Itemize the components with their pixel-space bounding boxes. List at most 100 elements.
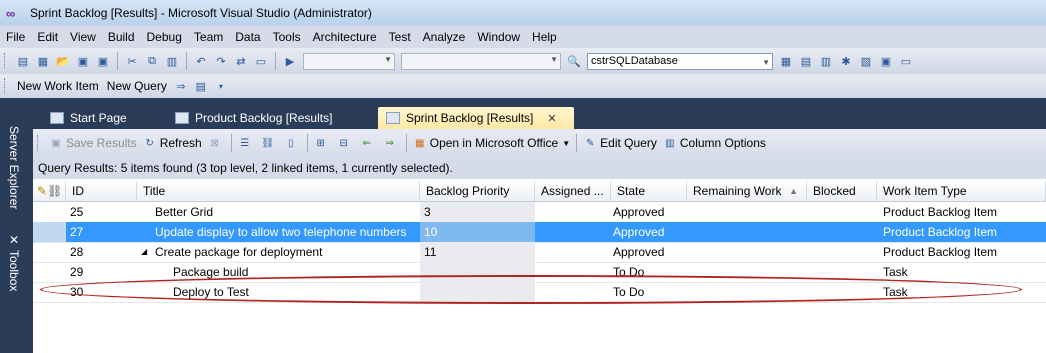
save-all-icon[interactable]: ▣ [95, 53, 111, 69]
column-header-work-item-type[interactable]: Work Item Type [877, 181, 1046, 201]
undo-icon[interactable]: ↶ [193, 53, 209, 69]
solution-configuration-combo[interactable]: ▼ [303, 52, 395, 70]
go-to-work-item-icon[interactable]: ⇒ [173, 78, 189, 94]
cell-id: 29 [70, 265, 84, 279]
cell-blocked [807, 202, 877, 222]
column-header-blocked[interactable]: Blocked [807, 181, 877, 201]
menu-architecture[interactable]: Architecture [307, 30, 383, 44]
toolbox-tab[interactable]: Toolbox [7, 250, 21, 291]
menu-analyze[interactable]: Analyze [417, 30, 472, 44]
cell-remaining-work [687, 222, 807, 242]
table-row-selected[interactable]: 27 Update display to allow two telephone… [33, 222, 1046, 243]
arrow-left-icon: ⇐ [362, 137, 371, 149]
collapse-all-button[interactable]: ⊟ [337, 136, 354, 150]
edit-query-icon: ✎ [585, 137, 595, 149]
server-explorer-tab[interactable]: Server Explorer [7, 126, 21, 209]
new-query-button[interactable]: New Query [107, 79, 167, 93]
cell-state: Approved [613, 245, 665, 259]
row-selector[interactable] [33, 262, 66, 282]
window-title: Sprint Backlog [Results] - Microsoft Vis… [30, 6, 372, 20]
new-linked-item-button[interactable]: ☰ [238, 136, 255, 150]
tab-sprint-backlog[interactable]: Sprint Backlog [Results] ✕ [378, 107, 574, 129]
column-header-backlog-priority[interactable]: Backlog Priority [420, 181, 535, 201]
extension-manager-icon[interactable]: ▧ [858, 53, 874, 69]
toolbar-grip[interactable] [4, 53, 9, 69]
object-browser-icon[interactable]: ▥ [818, 53, 834, 69]
cut-icon[interactable]: ✂ [124, 53, 140, 69]
properties-icon[interactable]: ▤ [798, 53, 814, 69]
column-header-id[interactable]: ID [66, 181, 137, 201]
open-file-icon[interactable]: 📂 [55, 53, 71, 69]
column-header-state[interactable]: State [611, 181, 687, 201]
table-row[interactable]: 28 ◢ Create package for deployment 11 Ap… [33, 242, 1046, 263]
database-combo[interactable]: cstrSQLDatabase ▼ [587, 52, 773, 70]
database-combo-value: cstrSQLDatabase [591, 54, 678, 67]
new-project-icon[interactable]: ▤ [15, 53, 31, 69]
cell-work-item-type: Product Backlog Item [883, 225, 998, 239]
new-work-item-button[interactable]: New Work Item [17, 79, 99, 93]
cell-work-item-type: Task [883, 265, 908, 279]
solution-explorer-icon[interactable]: ▦ [778, 53, 794, 69]
start-page-icon[interactable]: ▣ [878, 53, 894, 69]
cell-state: Approved [613, 225, 665, 239]
edit-query-button[interactable]: ✎ Edit Query [583, 136, 657, 150]
menu-data[interactable]: Data [229, 30, 266, 44]
cell-assigned [535, 202, 611, 222]
navigate-icon[interactable]: ⇄ [233, 53, 249, 69]
team-explorer-icon[interactable]: ▤ [193, 78, 209, 94]
stop-button[interactable]: ⊠ [208, 136, 225, 150]
tab-product-backlog[interactable]: Product Backlog [Results] [167, 107, 357, 129]
menu-window[interactable]: Window [471, 30, 526, 44]
indent-button[interactable]: ⇒ [383, 136, 400, 150]
menu-build[interactable]: Build [102, 30, 141, 44]
copy-icon[interactable]: ⧉ [144, 53, 160, 69]
menu-test[interactable]: Test [383, 30, 417, 44]
tab-start-page[interactable]: Start Page [42, 107, 152, 129]
row-selector[interactable] [33, 202, 66, 222]
cell-id: 28 [70, 245, 84, 259]
save-icon: ▣ [51, 137, 61, 149]
collapse-triangle-icon[interactable]: ◢ [139, 242, 151, 262]
command-window-icon[interactable]: ▭ [898, 53, 914, 69]
menu-team[interactable]: Team [188, 30, 229, 44]
table-row[interactable]: 25 Better Grid 3 Approved Product Backlo… [33, 202, 1046, 223]
open-item-button[interactable]: ▯ [284, 136, 301, 150]
paste-icon[interactable]: ▥ [164, 53, 180, 69]
toolbar-options-icon[interactable]: ▾ [213, 78, 229, 94]
navigate-forward-icon[interactable]: ▭ [253, 53, 269, 69]
menu-view[interactable]: View [64, 30, 102, 44]
menu-help[interactable]: Help [526, 30, 563, 44]
column-header-assigned[interactable]: Assigned ... [535, 181, 611, 201]
redo-icon[interactable]: ↷ [213, 53, 229, 69]
expand-all-button[interactable]: ⊞ [314, 136, 331, 150]
office-icon: ▦ [415, 137, 425, 149]
cell-work-item-type: Product Backlog Item [883, 245, 998, 259]
outdent-button[interactable]: ⇐ [360, 136, 377, 150]
add-item-icon[interactable]: ▦ [35, 53, 51, 69]
open-in-office-button[interactable]: ▦ Open in Microsoft Office ▼ [413, 136, 570, 150]
cell-backlog-priority: 10 [424, 225, 438, 239]
save-results-button[interactable]: ▣ Save Results [49, 136, 136, 150]
column-header-title[interactable]: Title [137, 181, 420, 201]
link-item-button[interactable]: ⛓ [261, 136, 278, 150]
dropdown-arrow-icon: ▼ [562, 138, 571, 148]
menu-tools[interactable]: Tools [267, 30, 307, 44]
toolbox-icon[interactable]: ✱ [838, 53, 854, 69]
menu-debug[interactable]: Debug [141, 30, 188, 44]
row-selector[interactable] [33, 222, 66, 242]
column-header-remaining-work[interactable]: Remaining Work ▲ [687, 181, 807, 201]
cell-blocked [807, 242, 877, 262]
cell-backlog-priority: 3 [424, 205, 431, 219]
column-options-button[interactable]: ▥ Column Options [663, 136, 766, 150]
start-debugging-icon[interactable]: ▶ [282, 53, 298, 69]
link-icon: ⛓ [47, 184, 63, 198]
row-selector[interactable] [33, 242, 66, 262]
refresh-button[interactable]: ↻ Refresh [143, 136, 202, 150]
menu-file[interactable]: File [0, 30, 31, 44]
close-tab-icon[interactable]: ✕ [547, 112, 556, 125]
toolbar-grip[interactable] [4, 78, 9, 94]
menu-edit[interactable]: Edit [31, 30, 64, 44]
solution-platform-combo[interactable]: ▼ [401, 52, 561, 70]
find-in-files-icon[interactable]: 🔍 [566, 53, 582, 69]
save-icon[interactable]: ▣ [75, 53, 91, 69]
